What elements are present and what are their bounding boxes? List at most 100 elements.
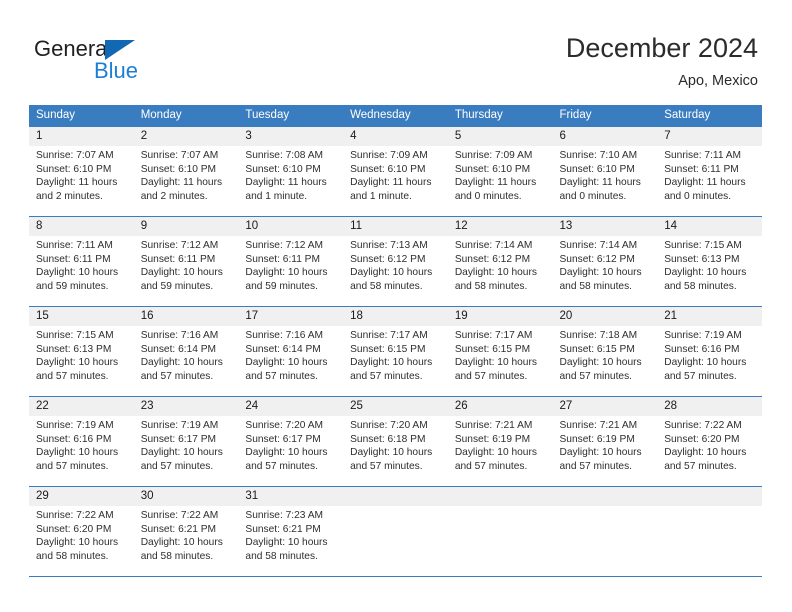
day-number: 18 [343, 307, 448, 326]
calendar-day-cell[interactable]: 16 Sunrise: 7:16 AM Sunset: 6:14 PM Dayligh… [133, 306, 239, 397]
day-number: 15 [29, 307, 134, 326]
daylight-duration-line1: Daylight: 11 hours [454, 177, 537, 189]
calendar-day-cell[interactable]: 21 Sunrise: 7:19 AM Sunset: 6:16 PM Dayligh… [657, 306, 762, 397]
day-cell-inner: 22 Sunrise: 7:19 AM Sunset: 6:16 PM Dayligh… [29, 397, 134, 486]
calendar-day-cell[interactable]: 13 Sunrise: 7:14 AM Sunset: 6:12 PM Dayligh… [552, 216, 658, 307]
day-details: Sunrise: 7:10 AM Sunset: 6:10 PM Daylight:… [553, 146, 658, 203]
day-number: 13 [552, 217, 658, 236]
day-details: Sunrise: 7:09 AM Sunset: 6:10 PM Daylight:… [448, 146, 553, 203]
day-cell-inner: 3 Sunrise: 7:08 AM Sunset: 6:10 PM Daylight… [238, 127, 344, 216]
day-details: Sunrise: 7:18 AM Sunset: 6:15 PM Daylight:… [553, 326, 658, 383]
daylight-duration-line2: and 58 minutes. [36, 550, 109, 562]
day-details: Sunrise: 7:22 AM Sunset: 6:20 PM Daylight:… [29, 506, 134, 563]
calendar-day-cell[interactable]: 18 Sunrise: 7:17 AM Sunset: 6:15 PM Dayligh… [343, 306, 448, 397]
sunrise-time: Sunrise: 7:19 AM [664, 330, 742, 341]
day-number: 16 [133, 307, 239, 326]
daylight-duration-line1: Daylight: 10 hours [245, 267, 328, 279]
day-cell-inner: 25 Sunrise: 7:20 AM Sunset: 6:18 PM Dayligh… [343, 397, 448, 486]
sunrise-time: Sunrise: 7:09 AM [350, 150, 428, 161]
calendar-day-cell[interactable]: 14 Sunrise: 7:15 AM Sunset: 6:13 PM Dayligh… [657, 216, 762, 307]
calendar-day-cell[interactable]: 5 Sunrise: 7:09 AM Sunset: 6:10 PM Daylight… [447, 126, 553, 217]
daylight-duration-line2: and 57 minutes. [140, 370, 214, 382]
calendar-day-cell[interactable]: 28 Sunrise: 7:22 AM Sunset: 6:20 PM Dayligh… [657, 396, 762, 487]
daylight-duration-line1: Daylight: 11 hours [350, 177, 432, 189]
calendar-day-cell[interactable]: 8 Sunrise: 7:11 AM Sunset: 6:11 PM Daylight… [29, 216, 134, 307]
calendar-day-cell[interactable]: 29 Sunrise: 7:22 AM Sunset: 6:20 PM Dayligh… [29, 486, 134, 577]
daylight-duration-line2: and 59 minutes. [245, 280, 318, 292]
daylight-duration-line1: Daylight: 10 hours [350, 357, 433, 369]
day-details: Sunrise: 7:17 AM Sunset: 6:15 PM Daylight:… [343, 326, 448, 383]
sunset-time: Sunset: 6:10 PM [140, 163, 217, 175]
sunset-time: Sunset: 6:17 PM [245, 433, 321, 445]
sunrise-time: Sunrise: 7:19 AM [140, 420, 219, 431]
day-details: Sunrise: 7:09 AM Sunset: 6:10 PM Daylight:… [343, 146, 448, 203]
day-details: Sunrise: 7:20 AM Sunset: 6:18 PM Daylight:… [343, 416, 448, 473]
calendar-day-cell[interactable]: 1 Sunrise: 7:07 AM Sunset: 6:10 PM Daylight… [29, 126, 134, 217]
day-number: 9 [133, 217, 239, 236]
daylight-duration-line2: and 57 minutes. [245, 460, 318, 472]
day-cell-inner: 20 Sunrise: 7:18 AM Sunset: 6:15 PM Dayligh… [552, 307, 658, 396]
day-number: 11 [343, 217, 448, 236]
sunrise-time: Sunrise: 7:11 AM [664, 150, 742, 161]
calendar-day-cell[interactable]: 11 Sunrise: 7:13 AM Sunset: 6:12 PM Dayligh… [343, 216, 448, 307]
day-cell-inner: 15 Sunrise: 7:15 AM Sunset: 6:13 PM Dayligh… [29, 307, 134, 396]
daylight-duration-line2: and 59 minutes. [140, 280, 214, 292]
day-number: 8 [29, 217, 134, 236]
sunrise-time: Sunrise: 7:20 AM [245, 420, 323, 431]
sunrise-time: Sunrise: 7:15 AM [664, 240, 742, 251]
sunset-time: Sunset: 6:16 PM [36, 433, 112, 445]
day-details: Sunrise: 7:12 AM Sunset: 6:11 PM Daylight:… [238, 236, 343, 293]
sunrise-time: Sunrise: 7:13 AM [350, 240, 428, 251]
day-details: Sunrise: 7:14 AM Sunset: 6:12 PM Daylight:… [553, 236, 658, 293]
daylight-duration-line1: Daylight: 10 hours [245, 357, 328, 369]
daylight-duration-line2: and 57 minutes. [559, 370, 633, 382]
calendar-day-cell[interactable]: 27 Sunrise: 7:21 AM Sunset: 6:19 PM Dayligh… [552, 396, 658, 487]
day-details: Sunrise: 7:21 AM Sunset: 6:19 PM Daylight:… [448, 416, 553, 473]
calendar-day-cell[interactable]: 31 Sunrise: 7:23 AM Sunset: 6:21 PM Dayligh… [238, 486, 344, 577]
day-cell-inner: 31 Sunrise: 7:23 AM Sunset: 6:21 PM Dayligh… [238, 487, 344, 576]
calendar-day-cell[interactable]: 4 Sunrise: 7:09 AM Sunset: 6:10 PM Daylight… [343, 126, 448, 217]
calendar-day-cell[interactable]: 9 Sunrise: 7:12 AM Sunset: 6:11 PM Daylight… [133, 216, 239, 307]
sunrise-time: Sunrise: 7:17 AM [454, 330, 533, 341]
calendar-day-cell[interactable]: 10 Sunrise: 7:12 AM Sunset: 6:11 PM Dayligh… [238, 216, 344, 307]
daylight-duration-line1: Daylight: 11 hours [140, 177, 223, 189]
calendar-day-cell[interactable]: 2 Sunrise: 7:07 AM Sunset: 6:10 PM Daylight… [133, 126, 239, 217]
calendar-day-cell[interactable]: 6 Sunrise: 7:10 AM Sunset: 6:10 PM Daylight… [552, 126, 658, 217]
day-details: Sunrise: 7:19 AM Sunset: 6:17 PM Daylight:… [134, 416, 239, 473]
daylight-duration-line1: Daylight: 10 hours [350, 267, 433, 279]
day-cell-inner: 7 Sunrise: 7:11 AM Sunset: 6:11 PM Daylight… [657, 127, 762, 216]
sunrise-time: Sunrise: 7:18 AM [559, 330, 638, 341]
daylight-duration-line2: and 58 minutes. [559, 280, 633, 292]
calendar-day-cell[interactable]: 30 Sunrise: 7:22 AM Sunset: 6:21 PM Dayligh… [133, 486, 239, 577]
calendar-day-cell[interactable]: 3 Sunrise: 7:08 AM Sunset: 6:10 PM Daylight… [238, 126, 344, 217]
page-title: December 2024 [565, 33, 758, 63]
day-details: Sunrise: 7:11 AM Sunset: 6:11 PM Daylight:… [29, 236, 134, 293]
daylight-duration-line2: and 57 minutes. [454, 460, 528, 472]
day-cell-inner: 18 Sunrise: 7:17 AM Sunset: 6:15 PM Dayligh… [343, 307, 448, 396]
sunset-time: Sunset: 6:10 PM [454, 163, 531, 175]
day-details: Sunrise: 7:07 AM Sunset: 6:10 PM Daylight:… [29, 146, 134, 203]
calendar-day-cell[interactable]: 19 Sunrise: 7:17 AM Sunset: 6:15 PM Dayligh… [447, 306, 553, 397]
day-cell-inner: 27 Sunrise: 7:21 AM Sunset: 6:19 PM Dayligh… [552, 397, 658, 486]
daylight-duration-line1: Daylight: 10 hours [664, 357, 747, 369]
sunset-time: Sunset: 6:11 PM [664, 163, 739, 175]
daylight-duration-line2: and 1 minute. [350, 190, 412, 202]
calendar-day-cell[interactable]: 20 Sunrise: 7:18 AM Sunset: 6:15 PM Dayligh… [552, 306, 658, 397]
calendar-day-cell[interactable]: 17 Sunrise: 7:16 AM Sunset: 6:14 PM Dayligh… [238, 306, 344, 397]
day-cell-inner [552, 487, 658, 576]
calendar-day-cell[interactable]: 24 Sunrise: 7:20 AM Sunset: 6:17 PM Dayligh… [238, 396, 344, 487]
calendar-day-cell[interactable]: 12 Sunrise: 7:14 AM Sunset: 6:12 PM Dayligh… [447, 216, 553, 307]
day-details: Sunrise: 7:19 AM Sunset: 6:16 PM Daylight:… [657, 326, 762, 383]
calendar-day-cell[interactable]: 25 Sunrise: 7:20 AM Sunset: 6:18 PM Dayligh… [343, 396, 448, 487]
calendar-day-cell[interactable]: 15 Sunrise: 7:15 AM Sunset: 6:13 PM Dayligh… [29, 306, 134, 397]
sunrise-time: Sunrise: 7:07 AM [36, 150, 114, 161]
calendar-day-cell[interactable]: 23 Sunrise: 7:19 AM Sunset: 6:17 PM Dayligh… [133, 396, 239, 487]
daylight-duration-line2: and 57 minutes. [664, 460, 737, 472]
triangle-icon [105, 40, 135, 60]
calendar-day-cell[interactable]: 7 Sunrise: 7:11 AM Sunset: 6:11 PM Daylight… [657, 126, 762, 217]
calendar-day-cell[interactable]: 26 Sunrise: 7:21 AM Sunset: 6:19 PM Dayligh… [447, 396, 553, 487]
calendar-day-cell[interactable]: 22 Sunrise: 7:19 AM Sunset: 6:16 PM Dayligh… [29, 396, 134, 487]
day-details: Sunrise: 7:22 AM Sunset: 6:21 PM Daylight:… [134, 506, 239, 563]
daylight-duration-line2: and 57 minutes. [36, 370, 109, 382]
day-cell-inner: 29 Sunrise: 7:22 AM Sunset: 6:20 PM Dayligh… [29, 487, 134, 576]
